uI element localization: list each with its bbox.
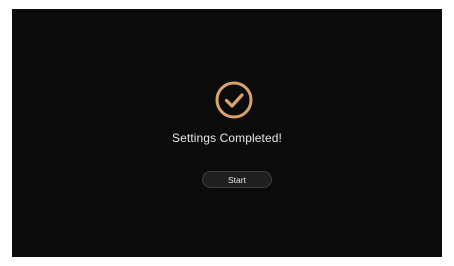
start-button-label: Start <box>228 174 246 185</box>
app-window: Settings Completed! Start <box>12 9 442 257</box>
completion-screen: Settings Completed! Start <box>12 9 442 257</box>
check-circle-icon <box>215 81 253 119</box>
completion-title: Settings Completed! <box>172 131 282 145</box>
start-button[interactable]: Start <box>202 171 272 188</box>
